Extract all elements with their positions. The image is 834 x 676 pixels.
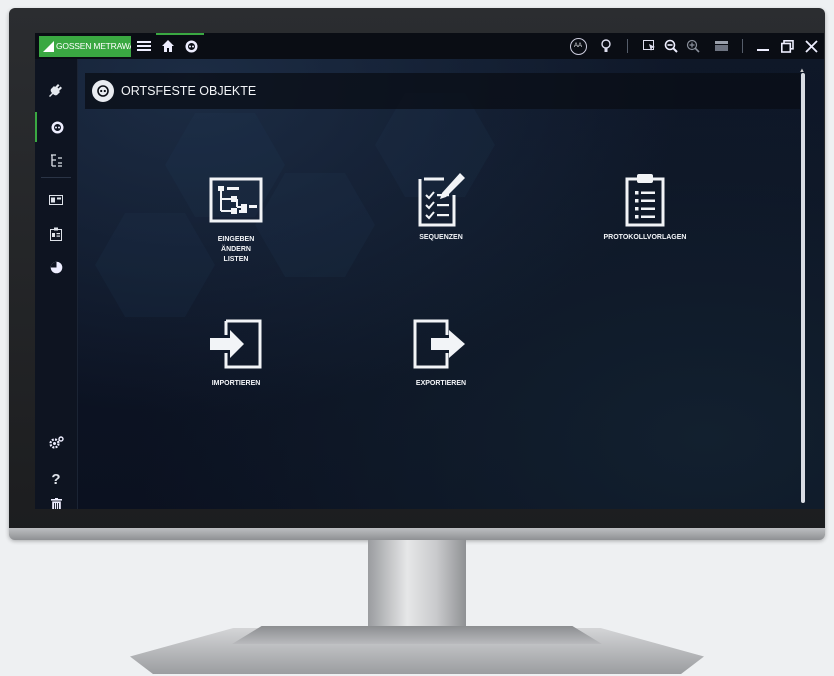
scrollbar[interactable]: [801, 73, 805, 503]
toolbar-divider: [742, 39, 743, 53]
sidebar-item-structure[interactable]: [35, 146, 77, 176]
sidebar-item-delete[interactable]: [35, 497, 77, 509]
sidebar: ?: [35, 59, 78, 509]
id-card-icon: [50, 227, 62, 241]
zoom-in-icon[interactable]: [683, 36, 703, 56]
tile-eingeben-aendern-listen[interactable]: EINGEBEN ÄNDERN LISTEN: [166, 177, 306, 287]
pie-chart-icon: [50, 261, 62, 273]
socket-icon[interactable]: [181, 36, 201, 56]
help-icon: ?: [51, 470, 61, 488]
menu-icon[interactable]: [134, 36, 154, 56]
toolbar-divider: [627, 39, 628, 53]
zoom-out-icon[interactable]: [661, 36, 681, 56]
restore-icon[interactable]: [777, 36, 797, 56]
import-icon: [210, 319, 262, 369]
tree-icon: [50, 154, 62, 167]
checklist-edit-icon: [418, 173, 465, 227]
settings-icon: [48, 435, 64, 449]
window-layout-icon[interactable]: [711, 36, 731, 56]
monitor-stand-base-top: [232, 626, 602, 644]
sidebar-divider: [41, 177, 71, 178]
logo-triangle-icon: [43, 41, 54, 52]
title-bar: GOSSEN METRAWATT AA: [35, 33, 824, 59]
sidebar-item-ortsfeste-objekte[interactable]: [35, 112, 77, 142]
plug-icon: [49, 84, 62, 97]
tile-protokollvorlagen[interactable]: PROTOKOLLVORLAGEN: [575, 171, 715, 281]
panel-icon: [49, 195, 63, 205]
clipboard-list-icon: [625, 174, 665, 227]
tree-structure-icon: [209, 177, 263, 223]
sidebar-item-settings[interactable]: [35, 427, 77, 457]
minimize-icon[interactable]: [753, 36, 773, 56]
socket-icon: [92, 80, 114, 102]
home-icon[interactable]: [158, 36, 178, 56]
app-window: GOSSEN METRAWATT AA: [35, 33, 824, 509]
brand-logo: GOSSEN METRAWATT: [39, 36, 131, 57]
export-icon: [413, 319, 465, 369]
sidebar-item-help[interactable]: ?: [35, 464, 77, 494]
monitor-chin: [9, 528, 825, 540]
bulb-icon[interactable]: [596, 36, 616, 56]
tile-label: IMPORTIEREN: [211, 380, 261, 387]
tile-label: PROTOKOLLVORLAGEN: [603, 234, 687, 241]
brand-name: GOSSEN METRAWATT: [56, 41, 131, 51]
font-size-icon[interactable]: AA: [568, 36, 588, 56]
sidebar-item-plug[interactable]: [35, 75, 77, 105]
tile-exportieren[interactable]: EXPORTIEREN: [371, 319, 511, 429]
socket-icon: [51, 121, 63, 133]
font-size-label: AA: [569, 37, 587, 55]
page-header: ORTSFESTE OBJEKTE: [85, 73, 800, 109]
monitor-stand-neck: [368, 540, 466, 640]
sidebar-item-statistics[interactable]: [35, 252, 77, 282]
tile-label: EINGEBEN ÄNDERN LISTEN: [217, 236, 255, 263]
page-title: ORTSFESTE OBJEKTE: [121, 84, 257, 98]
close-icon[interactable]: [801, 36, 821, 56]
tile-label: EXPORTIEREN: [415, 380, 467, 387]
tile-label: SEQUENZEN: [419, 234, 463, 241]
select-screen-icon[interactable]: [639, 36, 659, 56]
trash-icon: [50, 497, 62, 509]
sidebar-item-id[interactable]: [35, 219, 77, 249]
tile-sequenzen[interactable]: SEQUENZEN: [371, 171, 511, 281]
tile-importieren[interactable]: IMPORTIEREN: [166, 319, 306, 429]
sidebar-item-panel[interactable]: [35, 185, 77, 215]
